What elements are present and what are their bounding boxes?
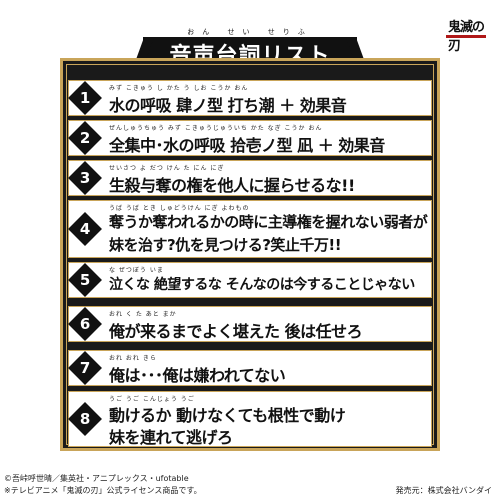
item-number-badge: 3 xyxy=(68,161,102,195)
item-line: 生殺与奪の権を他人に握らせるな!! xyxy=(109,176,355,195)
item-line: 全集中･水の呼吸 拾壱ノ型 凪 ＋ 効果音 xyxy=(109,136,385,155)
item-ruby: な ぜつぼう いま xyxy=(109,267,164,274)
item-line: 水の呼吸 肆ノ型 打ち潮 ＋ 効果音 xyxy=(109,96,347,115)
item-ruby: みず こきゅう し かた う しお こうか おん xyxy=(109,85,249,92)
item-line: 妹を連れて逃げろ xyxy=(109,428,233,447)
item-number-badge: 2 xyxy=(68,121,102,155)
item-number-badge: 4 xyxy=(68,212,102,246)
item-ruby: おれ おれ きら xyxy=(109,355,157,362)
item-number-badge: 7 xyxy=(68,351,102,385)
line-item-3: 3 せいさつ よ だつ けん た にん にぎ 生殺与奪の権を他人に握らせるな!! xyxy=(68,160,432,196)
item-line: 動けるか 動けなくても根性で動け xyxy=(109,406,346,425)
item-number-badge: 8 xyxy=(68,402,102,436)
item-line: 俺が来るまでよく堪えた 後は任せろ xyxy=(109,322,363,341)
item-line: 俺は･･･俺は嫌われてない xyxy=(109,366,286,385)
license-text: ※テレビアニメ「鬼滅の刃」公式ライセンス商品です。 xyxy=(4,486,202,495)
item-line: 泣くな 絶望するな そんなのは今することじゃない xyxy=(109,277,415,293)
line-item-5: 5 な ぜつぼう いま 泣くな 絶望するな そんなのは今することじゃない xyxy=(68,262,432,298)
line-item-6: 6 おれ く た あと まか 俺が来るまでよく堪えた 後は任せろ xyxy=(68,306,432,342)
item-line: 妹を治す?仇を見つける?笑止千万!! xyxy=(109,236,342,254)
item-ruby: ぜんしゅうちゅう みず こきゅうじゅういち かた なぎ こうか おん xyxy=(109,125,323,132)
item-number-badge: 5 xyxy=(68,263,102,297)
line-item-8: 8 うご うご こんじょう うご 動けるか 動けなくても根性で動け 妹を連れて逃… xyxy=(68,391,432,447)
line-item-1: 1 みず こきゅう し かた う しお こうか おん 水の呼吸 肆ノ型 打ち潮 … xyxy=(68,80,432,116)
item-ruby: せいさつ よ だつ けん た にん にぎ xyxy=(109,165,225,172)
copyright-text: ©吾峠呼世晴／集英社・アニプレックス・ufotable xyxy=(4,474,189,483)
line-item-2: 2 ぜんしゅうちゅう みず こきゅうじゅういち かた なぎ こうか おん 全集中… xyxy=(68,120,432,156)
line-item-7: 7 おれ おれ きら 俺は･･･俺は嫌われてない xyxy=(68,350,432,386)
seller-text: 発売元：株式会社バンダイ xyxy=(395,486,492,495)
line-item-4: 4 うば うば とき しゅどうけん にぎ よわもの 奪うか奪われるかの時に主導権… xyxy=(68,200,432,258)
item-number-badge: 1 xyxy=(68,81,102,115)
title-ruby: おん せい せりふ xyxy=(187,28,313,36)
item-line: 奪うか奪われるかの時に主導権を握れない弱者が xyxy=(109,213,428,231)
item-ruby: おれ く た あと まか xyxy=(109,311,177,318)
item-number-badge: 6 xyxy=(68,307,102,341)
